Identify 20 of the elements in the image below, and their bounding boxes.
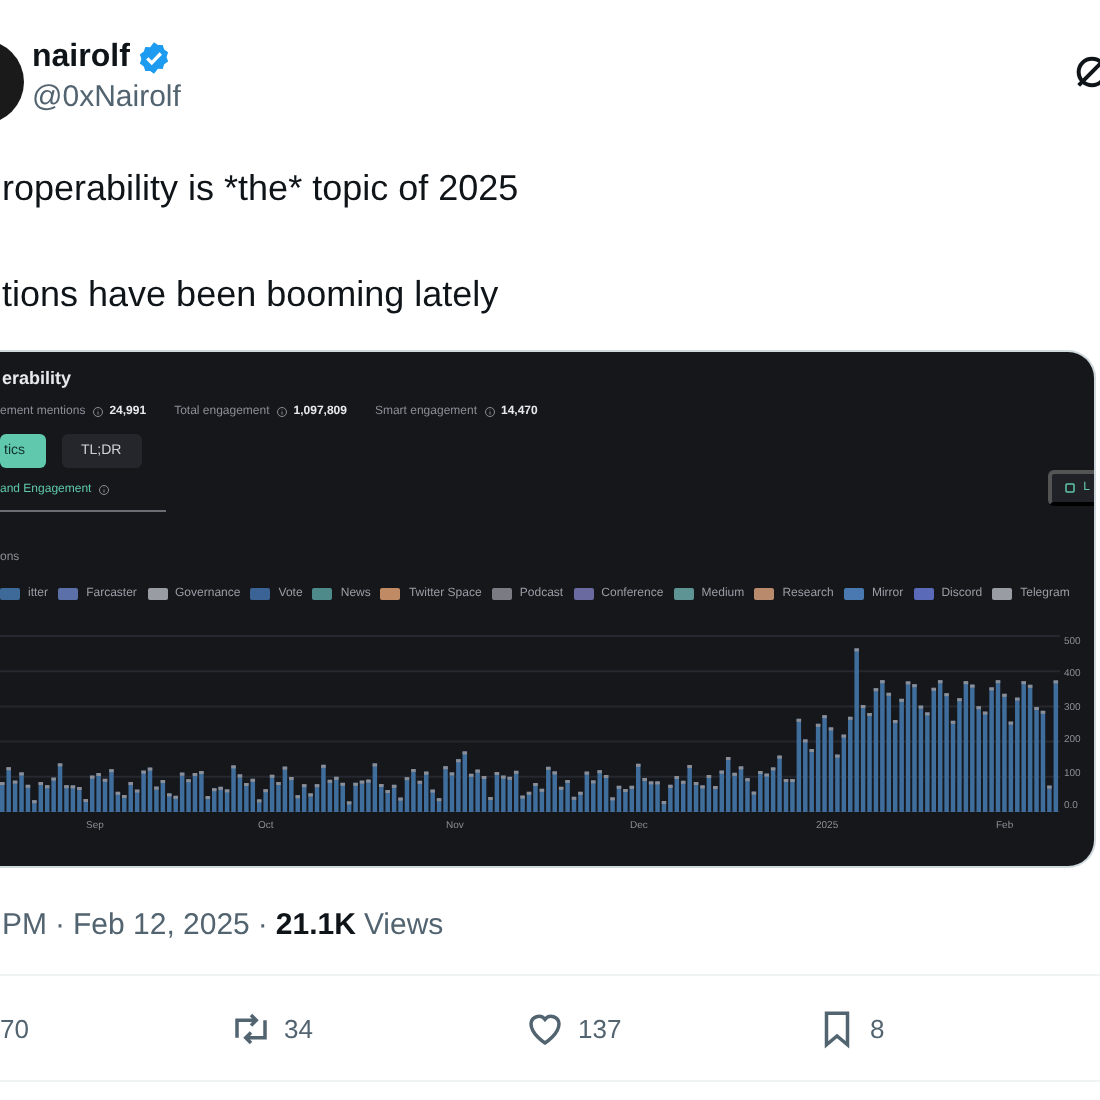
views-count: 21.1K: [275, 908, 356, 942]
tweet-text: tions have been booming lately: [2, 272, 501, 318]
separator-dot: ·: [257, 908, 268, 942]
repost-button[interactable]: 34: [230, 1007, 524, 1049]
info-icon: [97, 484, 110, 496]
info-icon: [275, 406, 288, 418]
author-name[interactable]: nairolf: [32, 40, 130, 76]
like-button[interactable]: 137: [524, 1007, 816, 1049]
info-icon: [483, 406, 495, 418]
post-date[interactable]: Feb 12, 2025: [73, 908, 250, 942]
views-label: Views: [363, 908, 444, 942]
tweet-text: roperability is *the* topic of 2025: [2, 166, 521, 212]
post-time[interactable]: PM: [2, 908, 47, 942]
dashboard-title: erability: [0, 368, 74, 388]
square-icon: [1063, 482, 1076, 494]
author-handle[interactable]: @0xNairolf: [32, 80, 181, 114]
reply-button[interactable]: 70: [0, 1013, 230, 1043]
bookmark-button[interactable]: 8: [816, 1007, 885, 1049]
info-icon: [91, 406, 104, 418]
separator-dot: ·: [55, 908, 65, 942]
